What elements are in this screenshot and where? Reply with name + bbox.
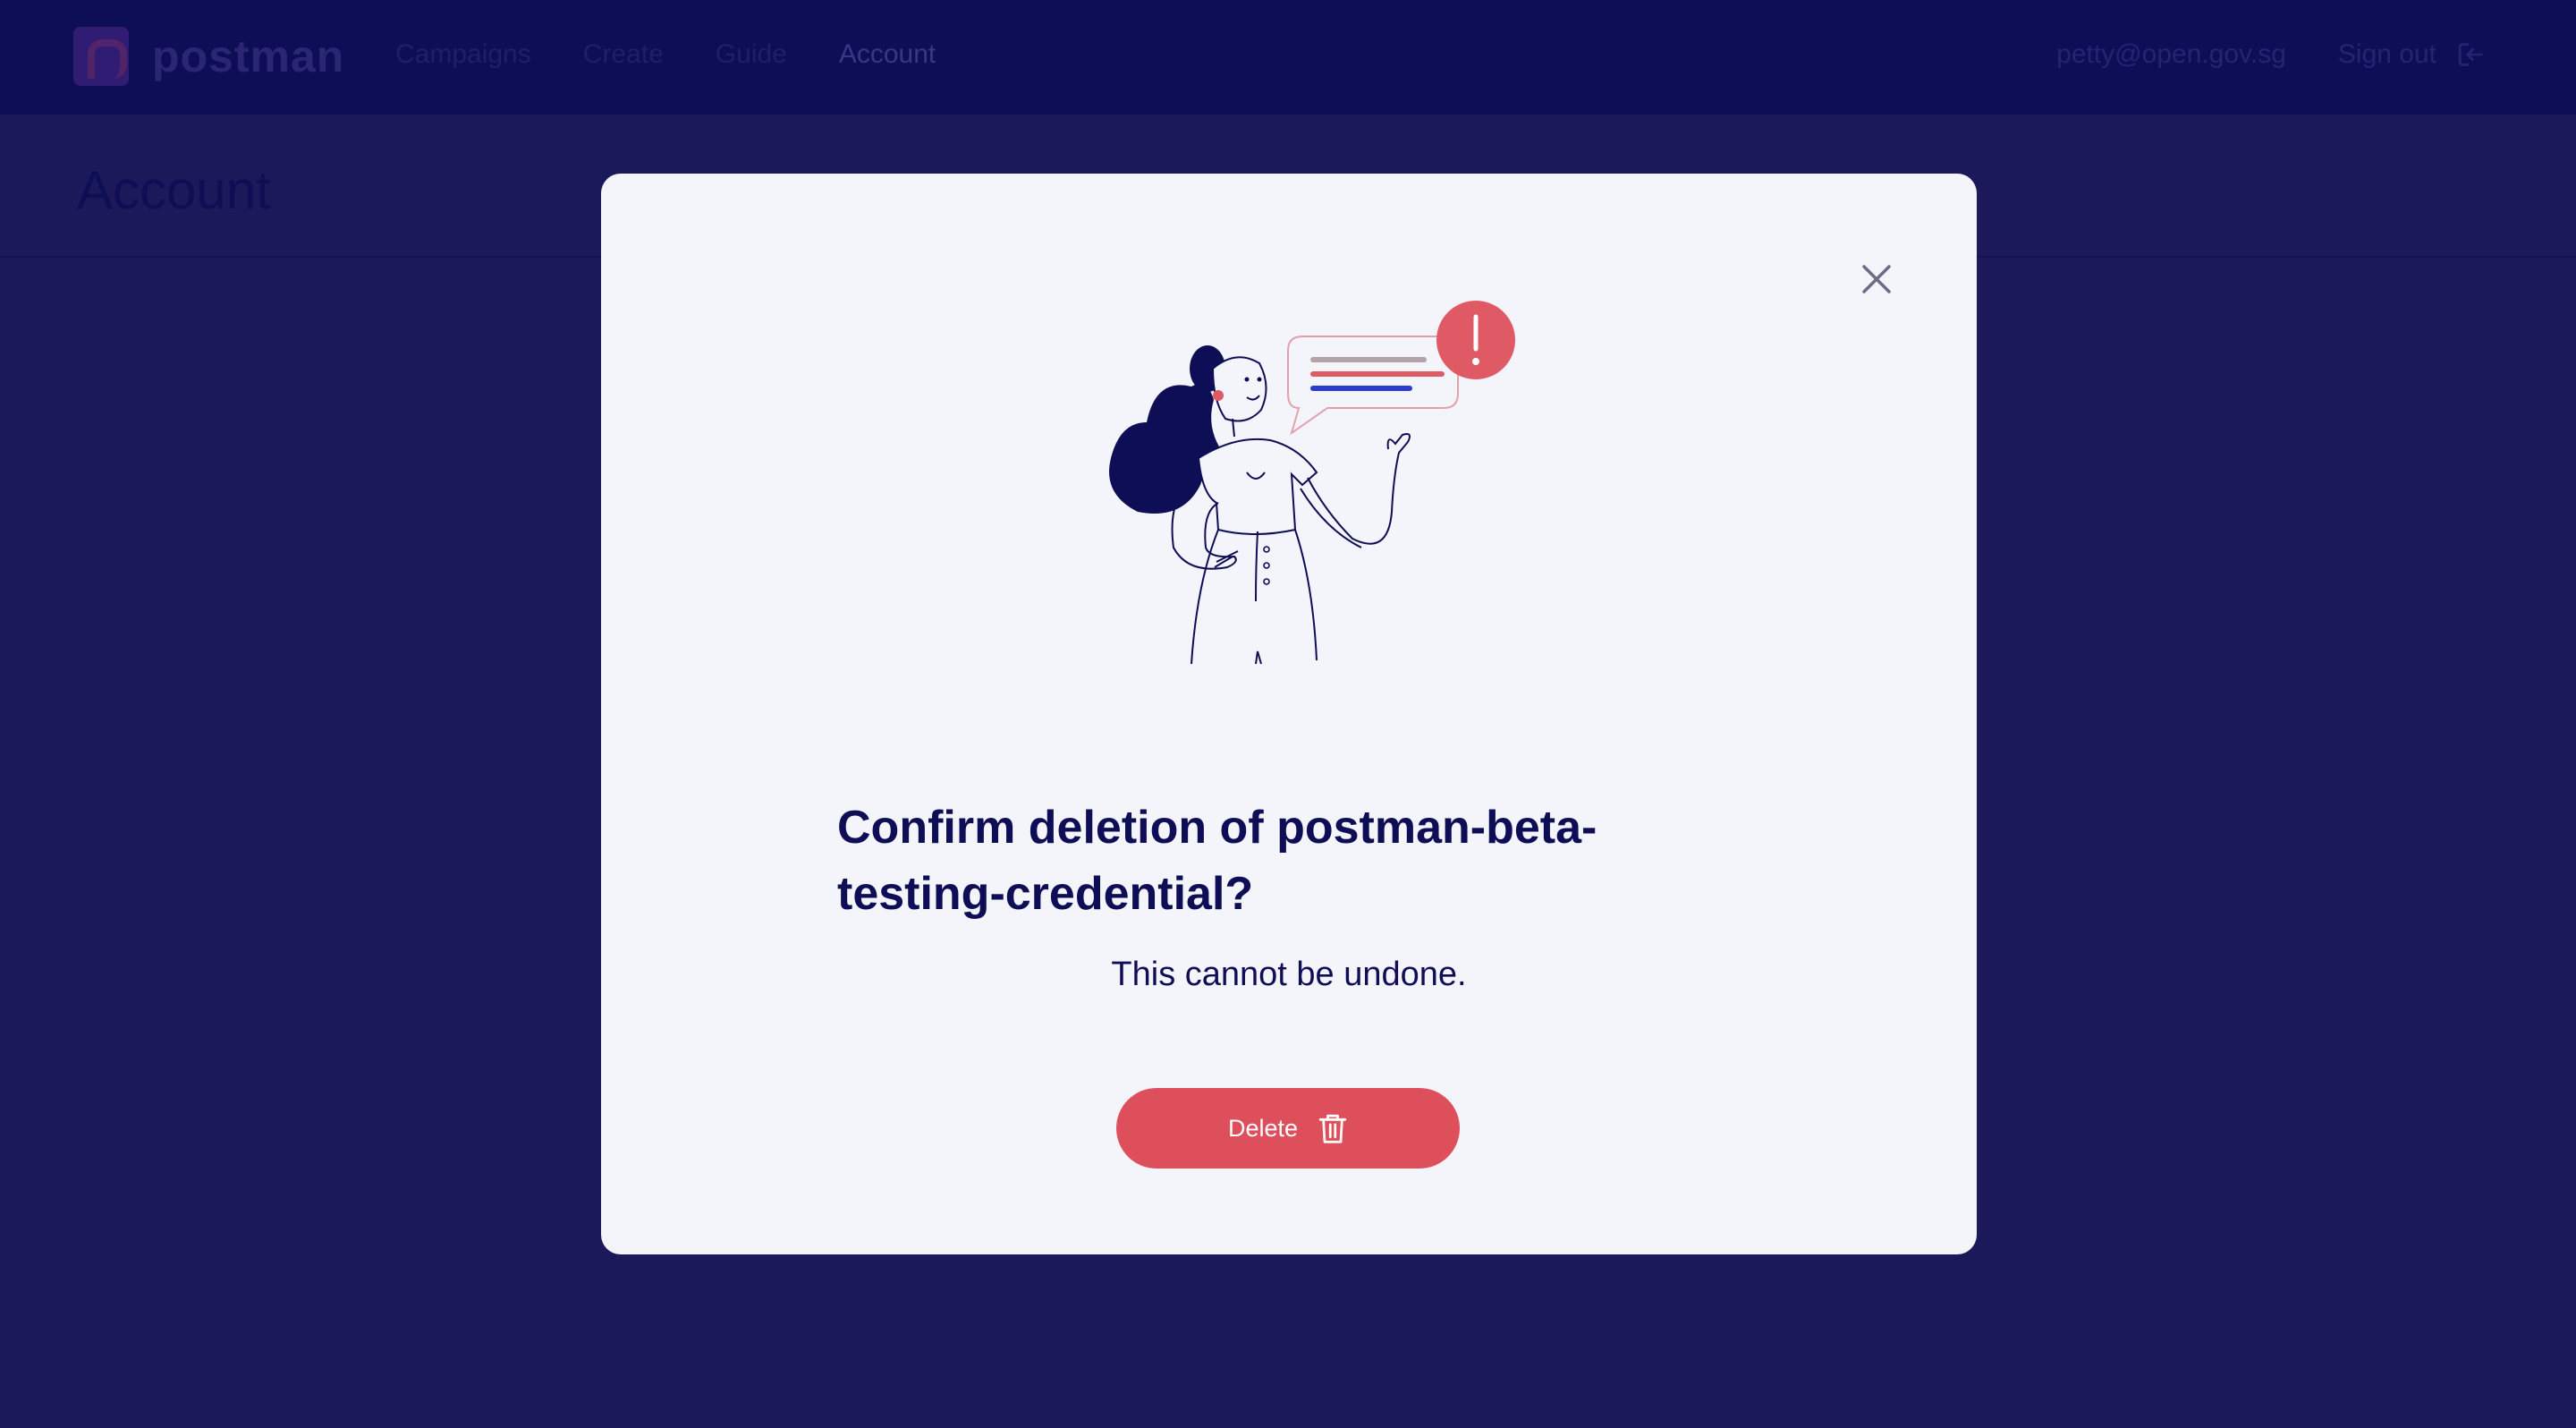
nav-link-campaigns[interactable]: Campaigns (395, 39, 531, 70)
delete-button[interactable]: Delete (1116, 1088, 1460, 1169)
nav-link-guide[interactable]: Guide (716, 39, 787, 70)
nav-links: Campaigns Create Guide Account (395, 39, 936, 70)
close-icon[interactable] (1855, 258, 1898, 301)
speech-bubble (1287, 336, 1459, 436)
sign-out-label: Sign out (2337, 39, 2436, 69)
sign-out-button[interactable]: Sign out (2338, 39, 2487, 70)
nav-link-account[interactable]: Account (839, 39, 936, 70)
sign-out-icon (2458, 43, 2483, 66)
page-title: Account (77, 160, 271, 220)
nav-link-create[interactable]: Create (583, 39, 664, 70)
modal-title: Confirm deletion of postman-beta-testing… (837, 802, 1597, 920)
confirm-delete-modal: Confirm deletion of postman-beta-testing… (601, 174, 1977, 1254)
top-navbar: postman Campaigns Create Guide Account p… (0, 0, 2576, 115)
postman-logo[interactable]: postman (73, 27, 344, 86)
logo-text: postman (152, 31, 345, 81)
user-email: petty@open.gov.sg (2056, 39, 2286, 69)
delete-button-label: Delete (1227, 1114, 1299, 1142)
nav-user-area: petty@open.gov.sg Sign out (2056, 39, 2487, 70)
trash-icon (1318, 1114, 1347, 1143)
woman-alert-illustration (1109, 301, 1515, 665)
modal-subtitle: This cannot be undone. (1111, 956, 1467, 993)
logo-mark-icon (73, 27, 129, 86)
